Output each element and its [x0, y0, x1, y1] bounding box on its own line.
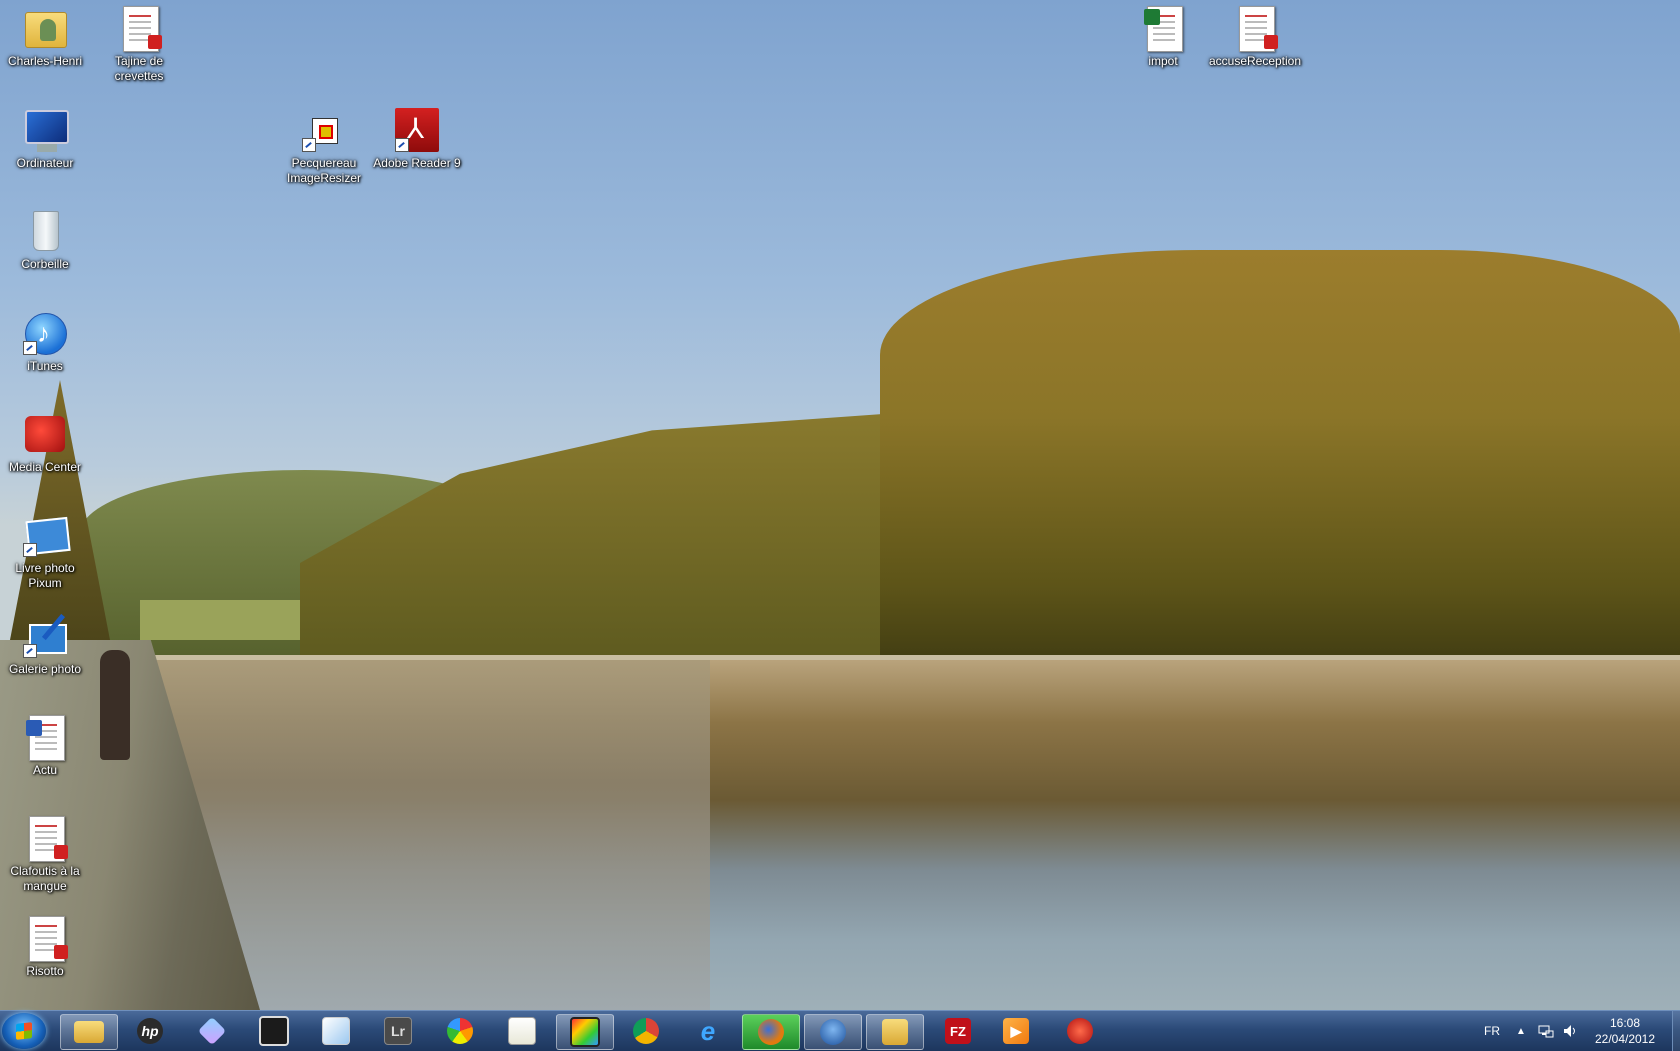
lightroom-icon: Lr: [384, 1017, 412, 1045]
image-resizer-icon: [302, 108, 346, 152]
taskbar-button-ie[interactable]: e: [686, 1014, 730, 1048]
taskbar-button-explorer-window[interactable]: [866, 1014, 924, 1050]
desktop-icon-actu[interactable]: Actu: [0, 715, 91, 778]
desktop-icon-label: Tajine de crevettes: [114, 54, 164, 83]
taskbar-button-app-arrow[interactable]: [190, 1014, 234, 1048]
show-desktop-button[interactable]: [1672, 1011, 1680, 1051]
desktop-icon-label: Risotto: [26, 964, 64, 978]
desktop-icon-label: Livre photo Pixum: [15, 561, 75, 590]
desktop-icon-label: Pecquereau ImageResizer: [286, 156, 362, 185]
folder-icon: [74, 1021, 104, 1043]
desktop-icon-charles-henri[interactable]: Charles-Henri: [0, 6, 91, 69]
taskbar-button-hp[interactable]: hp: [128, 1014, 172, 1048]
desktop-icon-label: accuseReception: [1208, 54, 1302, 68]
taskbar: hp Lr e FZ ▶ FR ▲ 16:08 22/04/2012: [0, 1010, 1680, 1051]
movie-maker-icon: [570, 1017, 600, 1047]
shortcut-arrow-icon: [23, 341, 37, 355]
taskbar-button-picasa[interactable]: [438, 1014, 482, 1048]
desktop-wallpaper[interactable]: [0, 0, 1680, 1010]
desktop-icon-pecquereau-imageresizer[interactable]: Pecquereau ImageResizer: [278, 108, 370, 186]
language-indicator[interactable]: FR: [1484, 1011, 1500, 1051]
notepad-icon: [508, 1017, 536, 1045]
red-app-icon: [1067, 1018, 1093, 1044]
desktop-icon-label: Actu: [32, 763, 57, 777]
desktop-icon-adobe-reader-9[interactable]: Adobe Reader 9: [371, 108, 463, 171]
shortcut-arrow-icon: [395, 138, 409, 152]
taskbar-button-movie-maker[interactable]: [556, 1014, 614, 1050]
pixum-icon: [23, 513, 71, 557]
taskbar-button-chrome[interactable]: [624, 1014, 668, 1048]
taskbar-button-thunderbird[interactable]: [804, 1014, 862, 1050]
taskbar-button-notepad[interactable]: [500, 1014, 544, 1048]
desktop-icon-itunes[interactable]: iTunes: [0, 311, 91, 374]
desktop-icon-label: impot: [1148, 54, 1178, 68]
system-clock[interactable]: 16:08 22/04/2012: [1580, 1015, 1670, 1047]
taskbar-button-paint[interactable]: [314, 1014, 358, 1048]
desktop-icon-label: Adobe Reader 9: [373, 156, 461, 170]
windows-start-icon[interactable]: [2, 1013, 46, 1049]
chrome-icon: [633, 1018, 659, 1044]
hp-icon: hp: [137, 1018, 163, 1044]
desktop-icon-label: Media Center: [8, 460, 82, 474]
filezilla-icon: FZ: [945, 1018, 971, 1044]
photo-gallery-icon: [23, 614, 67, 658]
arrow-app-icon: [197, 1016, 227, 1046]
desktop-icon-label: Ordinateur: [16, 156, 74, 170]
desktop-icon-label: Galerie photo: [8, 662, 82, 676]
volume-icon[interactable]: [1562, 1011, 1578, 1051]
adobe-reader-icon: [395, 108, 439, 152]
picasa-icon: [447, 1018, 473, 1044]
wallpaper-plane-trees: [880, 250, 1680, 670]
excel-document-icon: [1141, 6, 1185, 52]
desktop-icon-livre-photo-pixum[interactable]: Livre photo Pixum: [0, 513, 91, 591]
media-player-icon: ▶: [1003, 1018, 1029, 1044]
computer-icon: [23, 108, 69, 152]
pdf-document-icon: [23, 816, 68, 862]
pdf-document-icon: [117, 6, 162, 52]
pdf-document-icon: [1233, 6, 1278, 52]
firefox-icon: [758, 1019, 784, 1045]
wallpaper-poplars: [300, 410, 940, 665]
desktop-icon-risotto[interactable]: Risotto: [0, 916, 91, 979]
desktop-icon-ordinateur[interactable]: Ordinateur: [0, 108, 91, 171]
shortcut-arrow-icon: [302, 138, 316, 152]
desktop-icon-tajine-de-crevettes[interactable]: Tajine de crevettes: [93, 6, 185, 84]
desktop-icon-clafoutis-a-la-mangue[interactable]: Clafoutis à la mangue: [0, 816, 91, 894]
clock-date: 22/04/2012: [1594, 1032, 1656, 1046]
clock-time: 16:08: [1609, 1016, 1641, 1030]
show-hidden-icons-button[interactable]: ▲: [1516, 1011, 1526, 1051]
desktop-icon-label: Corbeille: [21, 257, 69, 271]
itunes-icon: [23, 311, 67, 355]
desktop-icon-media-center[interactable]: Media Center: [0, 412, 91, 475]
explorer-window-icon: [882, 1019, 908, 1045]
desktop-icon-label: Clafoutis à la mangue: [10, 864, 80, 893]
internet-explorer-icon: e: [700, 1015, 716, 1046]
desktop-icon-label: iTunes: [27, 359, 63, 373]
recycle-bin-icon: [23, 209, 67, 253]
taskbar-button-media-player[interactable]: ▶: [994, 1014, 1038, 1048]
taskbar-button-app-media[interactable]: [252, 1014, 296, 1048]
media-app-icon: [259, 1016, 289, 1046]
media-center-icon: [23, 412, 67, 456]
taskbar-button-lightroom[interactable]: Lr: [376, 1014, 420, 1048]
taskbar-button-firefox[interactable]: [742, 1014, 800, 1050]
wallpaper-person: [100, 650, 130, 760]
shortcut-arrow-icon: [23, 644, 37, 658]
thunderbird-icon: [820, 1019, 846, 1045]
paint-icon: [322, 1017, 350, 1045]
desktop-icon-galerie-photo[interactable]: Galerie photo: [0, 614, 91, 677]
desktop-icon-corbeille[interactable]: Corbeille: [0, 209, 91, 272]
taskbar-button-explorer[interactable]: [60, 1014, 118, 1050]
taskbar-button-filezilla[interactable]: FZ: [936, 1014, 980, 1048]
desktop-icon-label: Charles-Henri: [7, 54, 83, 68]
desktop-icon-accusereception[interactable]: accuseReception: [1209, 6, 1301, 69]
pdf-document-icon: [23, 916, 68, 962]
desktop-icon-impot[interactable]: impot: [1117, 6, 1209, 69]
network-icon[interactable]: [1538, 1011, 1554, 1051]
user-folder-icon: [23, 6, 67, 50]
taskbar-button-app-red[interactable]: [1058, 1014, 1102, 1048]
shortcut-arrow-icon: [23, 543, 37, 557]
word-document-icon: [23, 715, 67, 761]
